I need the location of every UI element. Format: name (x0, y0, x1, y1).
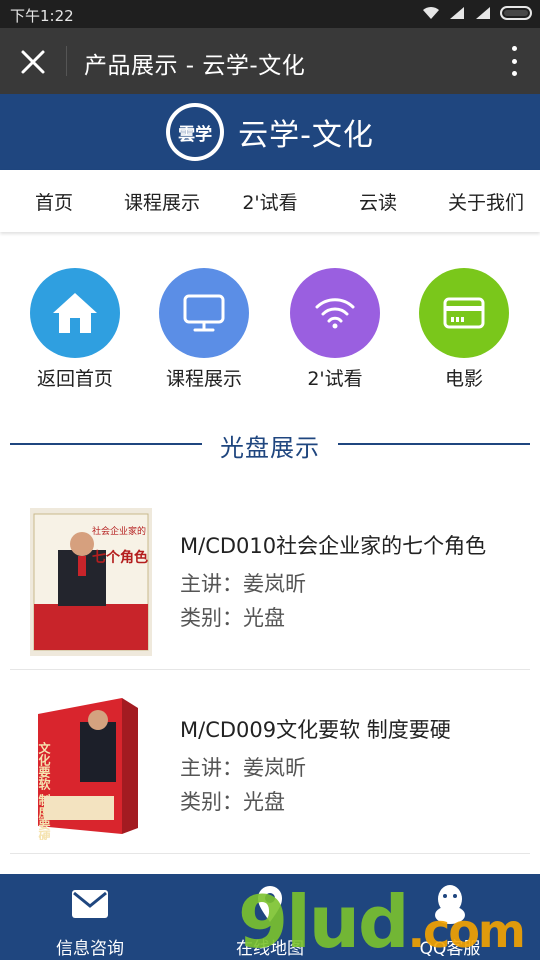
watermark-suffix: .com (407, 904, 526, 958)
status-icons (422, 6, 532, 20)
title-bar: 产品展示 - 云学-文化 (0, 28, 540, 94)
cover-title-text: 七个角色 (92, 549, 148, 566)
quick-item-movie[interactable]: 电影 (404, 268, 524, 391)
product-divider (10, 669, 530, 670)
nav-item-home[interactable]: 首页 (0, 188, 108, 215)
quick-label: 课程展示 (165, 368, 242, 390)
cover-top-text: 社会企业家的 (92, 525, 146, 537)
product-category: 类别：光盘 (180, 790, 285, 814)
wifi-icon (315, 298, 355, 329)
signal-icon-2 (476, 7, 490, 19)
top-nav: 首页 课程展示 2'试看 云读 关于我们 (0, 170, 540, 232)
nav-item-cloud-read[interactable]: 云读 (324, 188, 432, 215)
nav-item-preview[interactable]: 2'试看 (216, 188, 324, 215)
section-title: 光盘展示 (220, 434, 320, 462)
nav-item-about[interactable]: 关于我们 (432, 188, 540, 215)
product-category: 类别：光盘 (180, 606, 285, 630)
quick-label: 2'试看 (307, 368, 363, 390)
more-dot-icon (511, 71, 517, 76)
quick-circle (30, 268, 120, 358)
product-divider (10, 853, 530, 854)
quick-circle (159, 268, 249, 358)
product-cover-image[interactable]: 社会企业家的 七个角色 (30, 508, 152, 656)
brand-name: 云学-文化 (238, 118, 374, 153)
product-cover-image[interactable]: 文化要软 制度要硬 (30, 692, 152, 840)
product-name[interactable]: M/CD009文化要软 制度要硬 (180, 714, 530, 744)
cover-title-text: 文化要软 制度要硬 (37, 741, 51, 840)
product-item[interactable]: 文化要软 制度要硬 M/CD009文化要软 制度要硬 主讲：姜岚昕 类别：光盘 (10, 674, 530, 854)
status-bar: 下午1:22 (0, 0, 540, 28)
watermark: 9lud.com (238, 880, 526, 960)
page-title: 产品展示 - 云学-文化 (84, 53, 306, 79)
brand-header: 雲学 云学-文化 (0, 94, 540, 170)
more-options-button[interactable] (508, 44, 520, 78)
signal-icon (450, 7, 464, 19)
section-heading: 光盘展示 (10, 424, 530, 464)
bottom-label: 信息咨询 (56, 939, 124, 959)
status-time: 下午1:22 (10, 7, 74, 25)
quick-icons: 返回首页 课程展示 2'试看 电影 (0, 268, 540, 392)
quick-item-courses[interactable]: 课程展示 (144, 268, 264, 391)
monitor-icon (183, 294, 225, 332)
bottom-item-inquiry[interactable]: 信息咨询 (0, 884, 180, 959)
watermark-text: 9lud (238, 880, 410, 960)
quick-item-preview[interactable]: 2'试看 (275, 268, 395, 391)
product-speaker: 主讲：姜岚昕 (180, 756, 306, 780)
home-icon (53, 293, 97, 333)
quick-item-home[interactable]: 返回首页 (15, 268, 135, 391)
more-dot-icon (511, 46, 517, 51)
quick-label: 返回首页 (36, 368, 113, 390)
product-item[interactable]: 社会企业家的 七个角色 M/CD010社会企业家的七个角色 主讲：姜岚昕 类别：… (10, 490, 530, 670)
more-dot-icon (511, 58, 517, 64)
quick-label: 电影 (444, 368, 483, 390)
quick-circle (419, 268, 509, 358)
close-button[interactable] (16, 45, 50, 79)
brand-logo[interactable]: 雲学 (166, 103, 225, 161)
wifi-status-icon (423, 6, 439, 19)
nav-item-courses[interactable]: 课程展示 (108, 188, 216, 215)
card-icon (443, 297, 485, 329)
battery-icon (500, 6, 532, 20)
product-speaker: 主讲：姜岚昕 (180, 572, 306, 596)
product-name[interactable]: M/CD010社会企业家的七个角色 (180, 530, 530, 560)
quick-circle (290, 268, 380, 358)
bottom-icon-wrap (0, 884, 180, 924)
product-info: M/CD009文化要软 制度要硬 主讲：姜岚昕 类别：光盘 (180, 714, 530, 816)
brand-logo-text: 雲学 (170, 107, 221, 157)
mail-icon (72, 890, 108, 918)
close-icon (21, 50, 45, 74)
product-info: M/CD010社会企业家的七个角色 主讲：姜岚昕 类别：光盘 (180, 530, 530, 632)
title-divider (66, 46, 67, 76)
